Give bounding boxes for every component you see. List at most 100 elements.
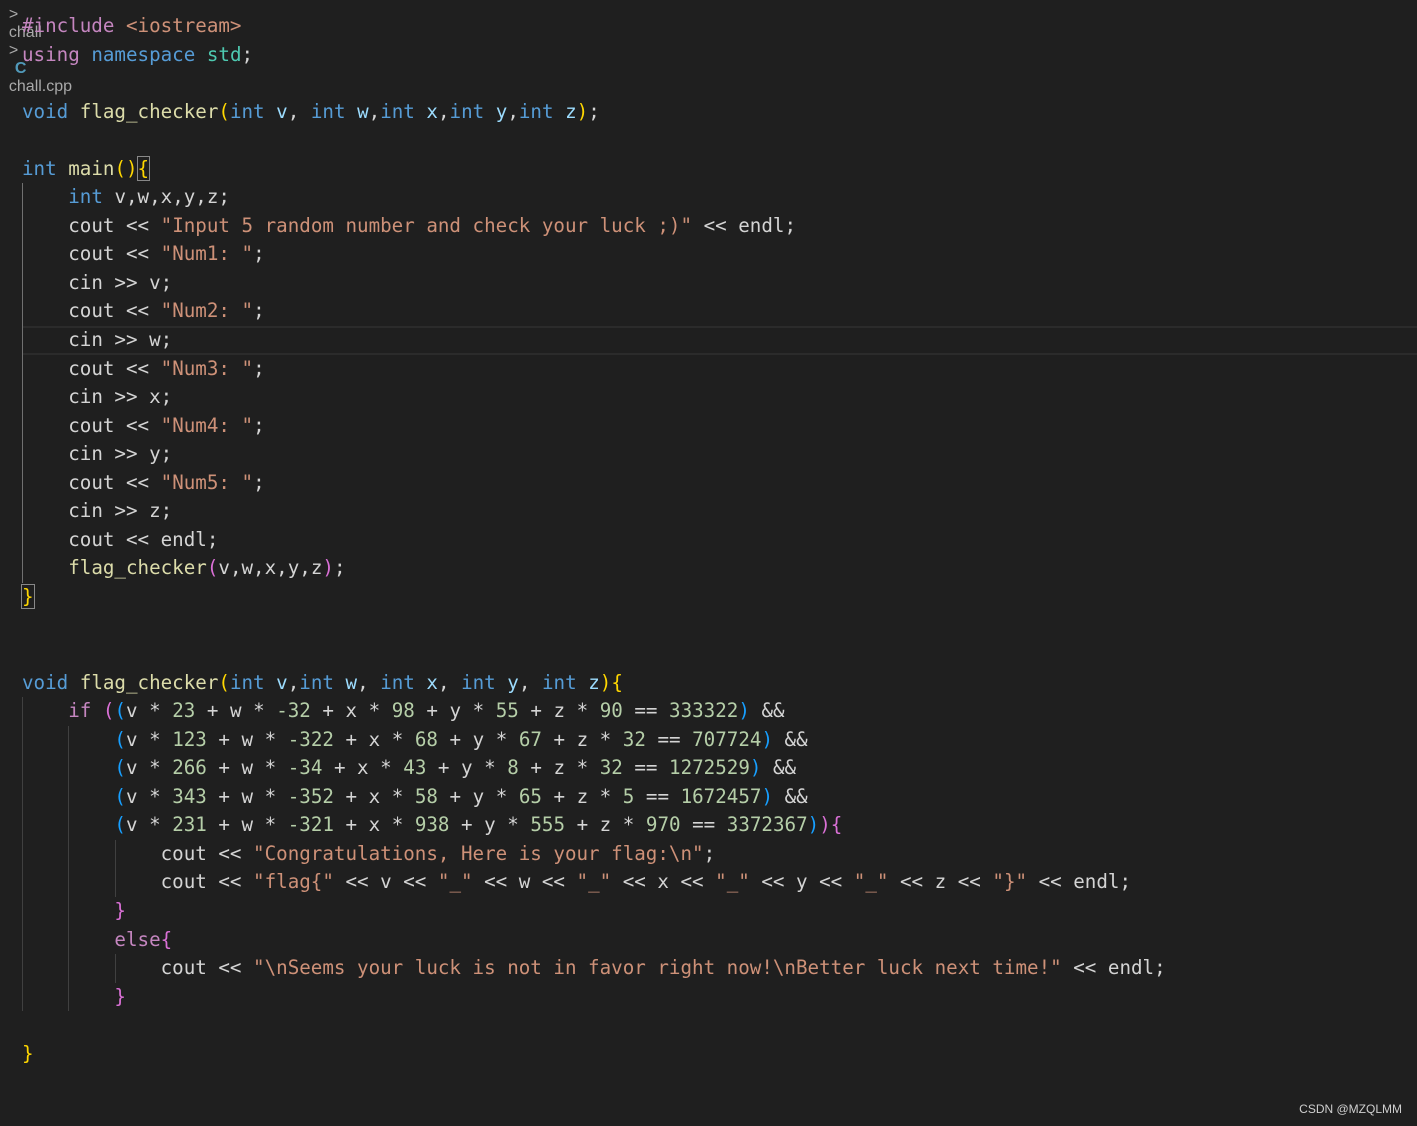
code-line[interactable]: using namespace std; (22, 41, 1417, 70)
code-line[interactable]: cin >> y; (22, 440, 1417, 469)
code-token: << (125, 299, 161, 323)
code-token: 333322 (669, 699, 739, 723)
code-line[interactable]: void flag_checker(int v,int w, int x, in… (22, 669, 1417, 698)
code-token: std (206, 42, 242, 66)
code-line[interactable]: (v * 343 + w * -352 + x * 58 + y * 65 + … (22, 783, 1417, 812)
breadcrumb: > chall > C chall.cpp (0, 0, 72, 95)
code-line[interactable]: } (22, 1040, 1417, 1069)
code-line[interactable]: cout << "Congratulations, Here is your f… (22, 840, 1417, 869)
code-token: "_" (576, 870, 612, 894)
code-token: flag_checker (68, 556, 207, 580)
code-editor[interactable]: #include <iostream> using namespace std; v… (21, 12, 1417, 1069)
code-line[interactable]: cout << "Num2: "; (22, 297, 1417, 326)
code-line[interactable]: int main(){ (22, 155, 1417, 184)
code-token: + w * (206, 756, 288, 780)
code-line[interactable]: else{ (22, 926, 1417, 955)
code-token: 5 (622, 784, 635, 808)
code-token: + x * (310, 699, 392, 723)
code-token: 970 (645, 813, 681, 837)
code-line[interactable] (22, 69, 1417, 98)
indent-guide (68, 725, 70, 1012)
code-token: cin >> v; (68, 270, 173, 294)
code-token: == (622, 699, 670, 723)
code-line[interactable]: flag_checker(v,w,x,y,z); (22, 554, 1417, 583)
code-token: ) (738, 699, 750, 723)
code-line[interactable]: cout << "Num3: "; (22, 355, 1417, 384)
code-line[interactable]: cin >> v; (22, 269, 1417, 298)
code-line[interactable]: int v,w,x,y,z; (22, 183, 1417, 212)
code-token: cout << (160, 956, 254, 980)
code-token: v (276, 670, 288, 694)
code-line[interactable] (22, 640, 1417, 669)
indent-guide (22, 183, 23, 583)
code-line[interactable]: cin >> z; (22, 497, 1417, 526)
code-token: ) (761, 784, 774, 808)
code-token: cout (68, 299, 126, 323)
code-line[interactable]: cin >> w; (22, 326, 1417, 355)
code-line[interactable] (22, 126, 1417, 155)
code-token: 938 (414, 813, 450, 837)
code-token: v (276, 99, 288, 123)
code-token: 32 (622, 727, 646, 751)
code-token: 123 (172, 727, 207, 751)
code-token: ; (333, 556, 346, 580)
code-token: int (229, 670, 277, 694)
code-line[interactable]: } (21, 583, 1417, 612)
code-token: 231 (172, 813, 207, 837)
code-token: + x * (322, 756, 404, 780)
code-token: + y * (437, 727, 519, 751)
code-token: << v << (333, 870, 438, 894)
code-token: + z * (541, 784, 623, 808)
code-token: x (426, 670, 438, 694)
code-line[interactable]: cin >> x; (22, 383, 1417, 412)
code-token: 68 (414, 727, 438, 751)
code-token: int (380, 670, 427, 694)
code-line[interactable] (22, 611, 1417, 640)
code-line[interactable]: void flag_checker(int v, int w,int x,int… (22, 98, 1417, 127)
code-token: , (518, 670, 542, 694)
code-token: "Input 5 random number and check your lu… (160, 213, 693, 237)
code-token: ( (218, 670, 230, 694)
code-token: && (773, 727, 808, 751)
code-token: 707724 (692, 727, 762, 751)
code-token: z (565, 99, 577, 123)
code-token: ; (241, 42, 254, 66)
code-line[interactable]: cout << "Num4: "; (22, 412, 1417, 441)
code-line[interactable]: (v * 123 + w * -322 + x * 68 + y * 67 + … (22, 726, 1417, 755)
code-line[interactable]: cout << "Num1: "; (22, 240, 1417, 269)
code-token: + z * (565, 813, 646, 837)
code-token: void (22, 670, 80, 694)
code-line[interactable]: cout << endl; (22, 526, 1417, 555)
code-token: cout (68, 242, 126, 266)
code-token: ( (206, 556, 219, 580)
code-token: -322 (287, 727, 334, 751)
code-token: 67 (518, 727, 542, 751)
code-token: + x * (333, 727, 415, 751)
code-line[interactable]: } (22, 897, 1417, 926)
code-token: v * (125, 756, 173, 780)
code-line[interactable]: cout << "\nSeems your luck is not in fav… (22, 954, 1417, 983)
code-token: + w * (206, 784, 288, 808)
code-token: << y << (749, 870, 854, 894)
code-line[interactable]: cout << "Num5: "; (22, 469, 1417, 498)
code-token: else (114, 927, 161, 951)
code-token: int (461, 670, 508, 694)
code-line[interactable]: cout << "flag{" << v << "_" << w << "_" … (22, 868, 1417, 897)
code-line[interactable]: } (22, 983, 1417, 1012)
code-token: << z << (888, 870, 993, 894)
code-token: ) (322, 556, 334, 580)
code-line[interactable]: (v * 231 + w * -321 + x * 938 + y * 555 … (22, 811, 1417, 840)
code-line[interactable] (22, 1011, 1417, 1040)
code-line[interactable]: #include <iostream> (22, 12, 1417, 41)
code-line[interactable]: cout << "Input 5 random number and check… (22, 212, 1417, 241)
code-line[interactable]: (v * 266 + w * -34 + x * 43 + y * 8 + z … (22, 754, 1417, 783)
code-line[interactable]: if ((v * 23 + w * -32 + x * 98 + y * 55 … (22, 697, 1417, 726)
breadcrumb-separator-leading: > (8, 6, 19, 23)
code-token: ( (114, 699, 126, 723)
